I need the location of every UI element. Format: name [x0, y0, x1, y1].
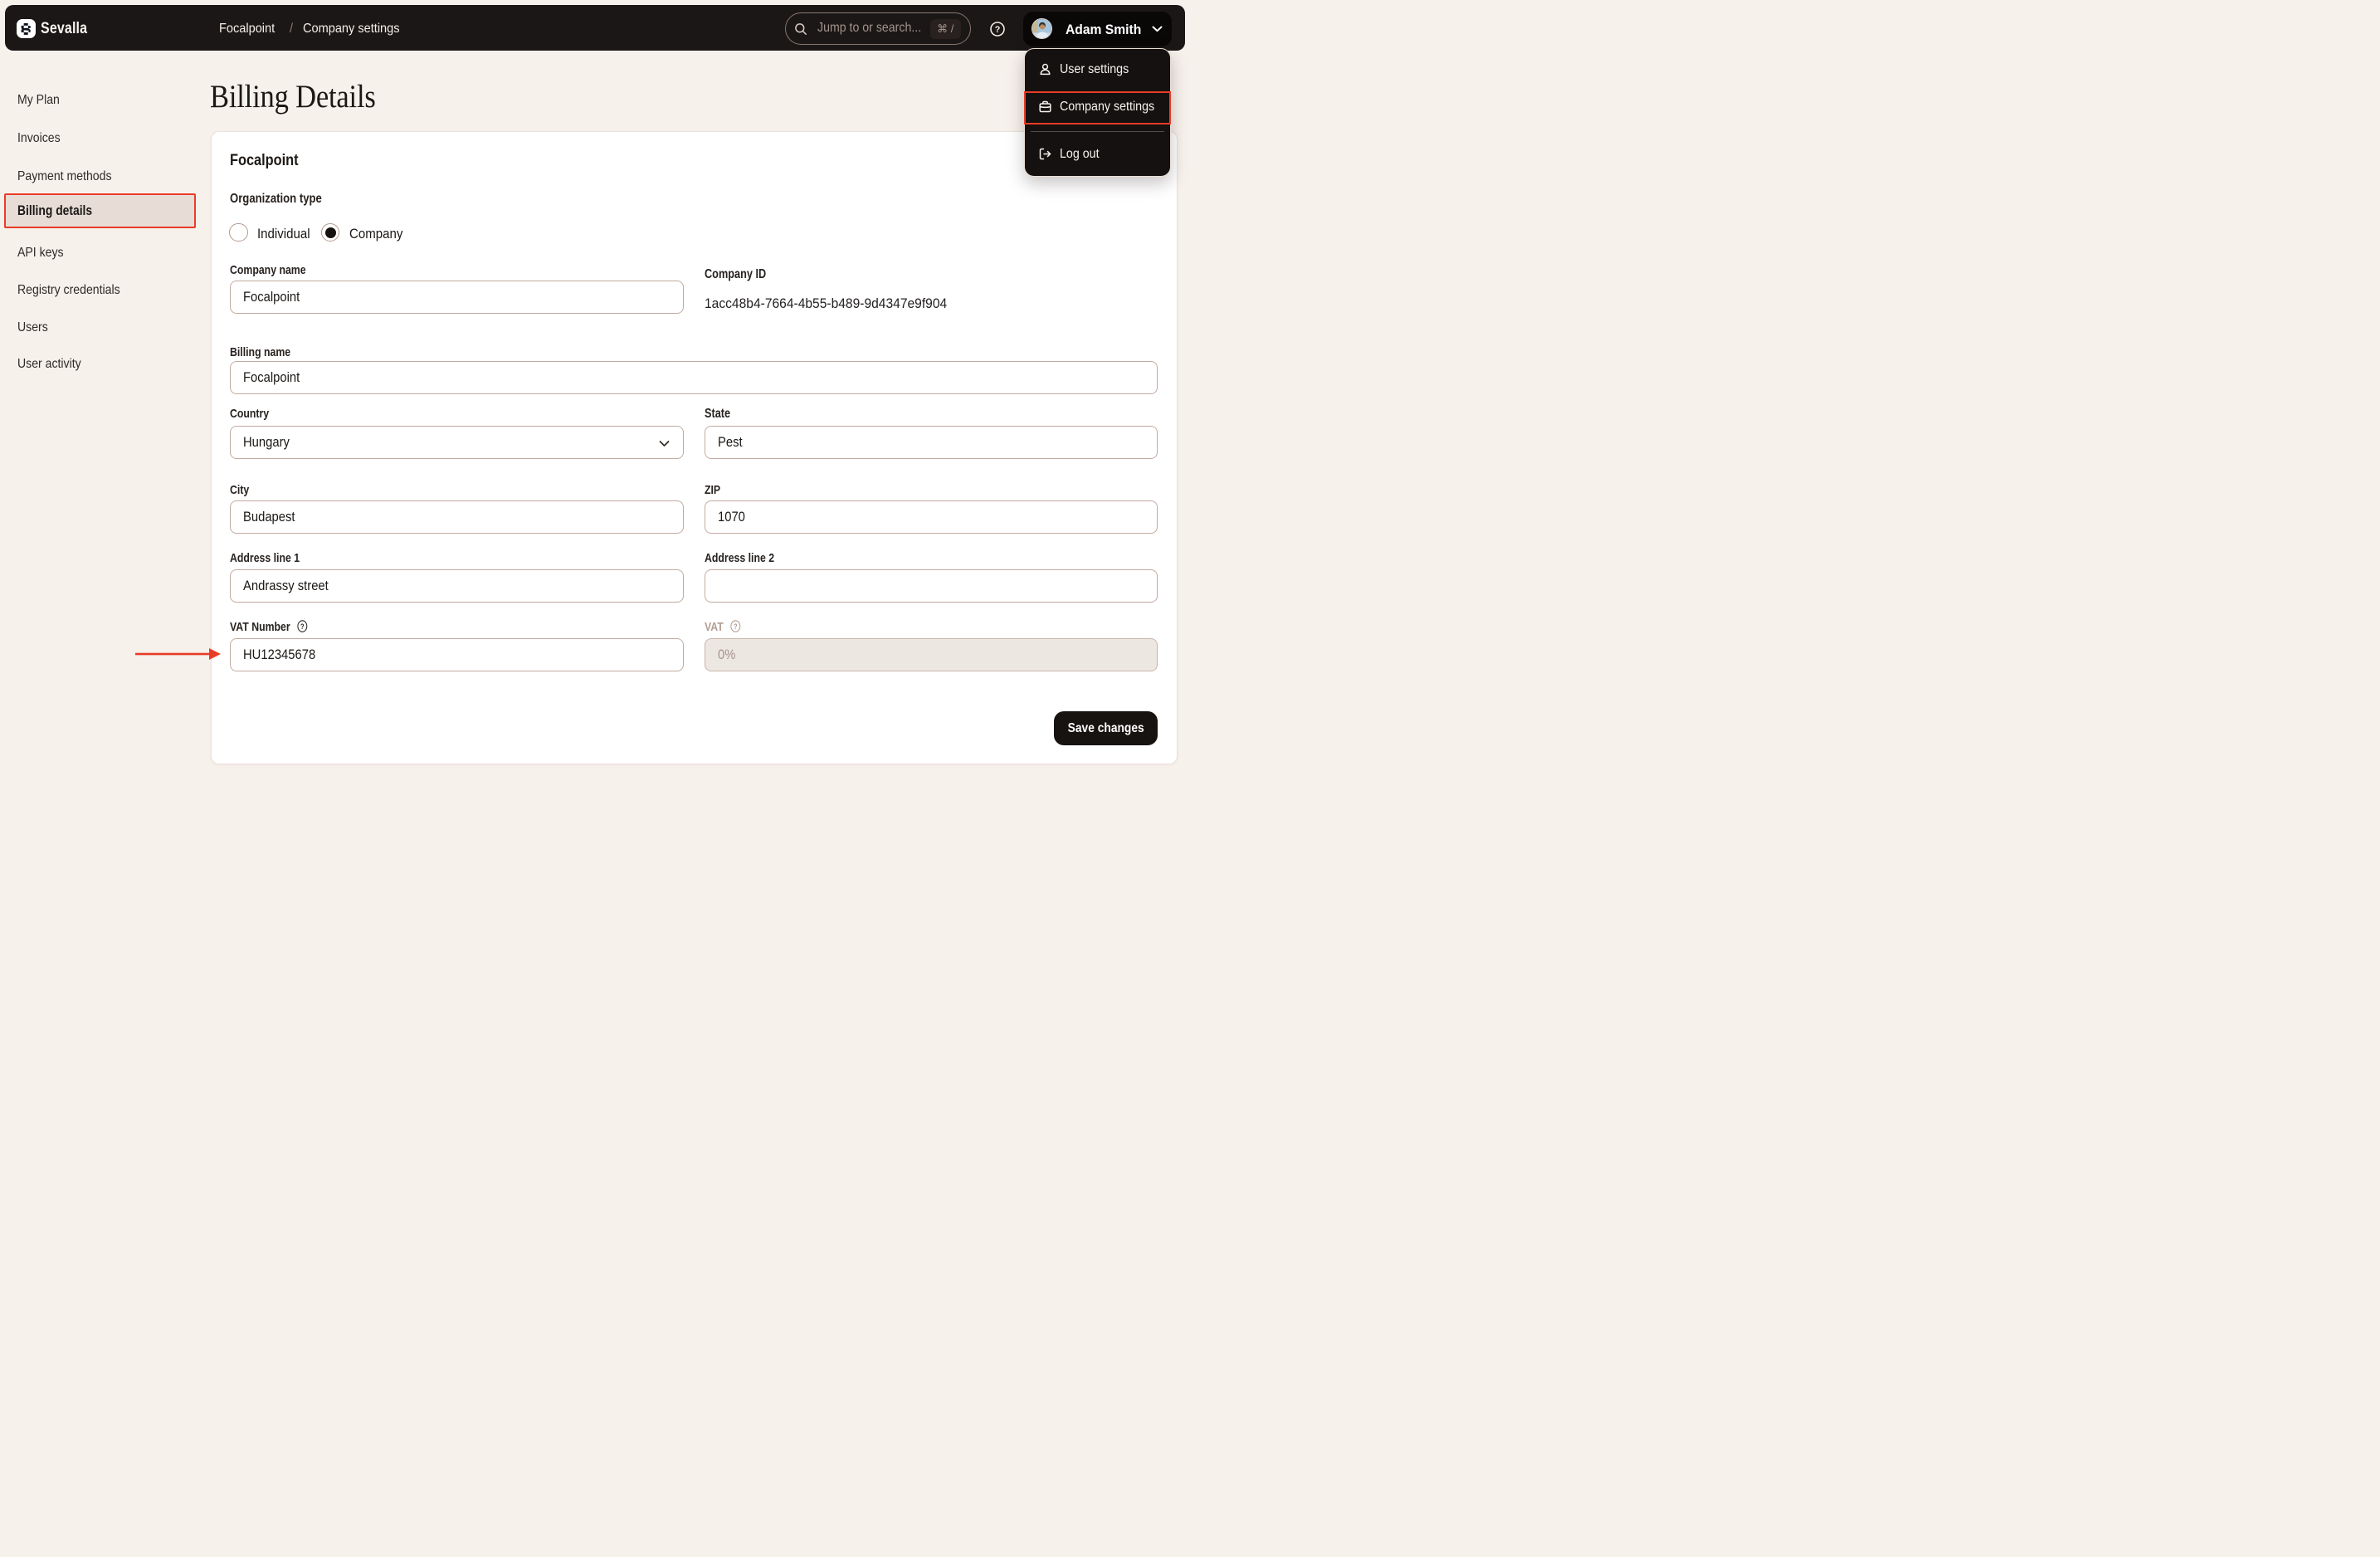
svg-text:?: ? [300, 622, 305, 631]
svg-text:?: ? [734, 622, 738, 631]
svg-text:?: ? [994, 24, 1000, 34]
